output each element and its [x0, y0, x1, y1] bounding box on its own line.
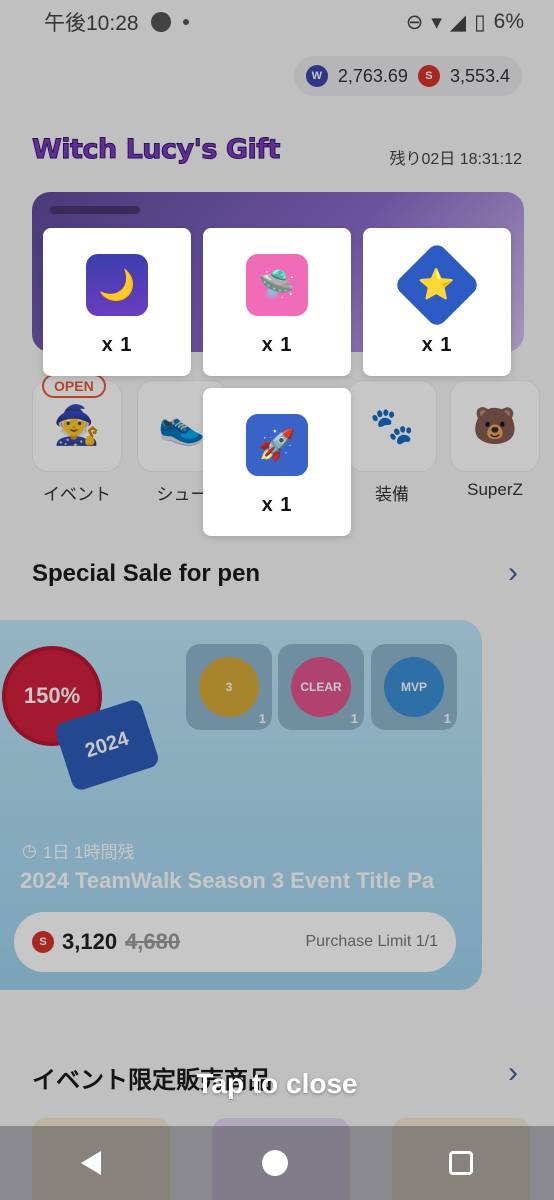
reward-count: x 1 [101, 334, 133, 356]
back-icon[interactable] [80, 1151, 101, 1175]
reward-count: x 1 [261, 494, 293, 516]
system-nav-bar [0, 1126, 554, 1200]
star-icon: ⭐ [393, 241, 481, 329]
modal-overlay[interactable] [0, 0, 554, 1200]
reward-item-star: ⭐ x 1 [363, 228, 511, 376]
reward-item-rocket: 🚀 x 1 [203, 388, 351, 536]
reward-item-ufo: 🛸 x 1 [203, 228, 351, 376]
recent-apps-icon[interactable] [449, 1151, 474, 1175]
ufo-icon: 🛸 [246, 254, 308, 316]
reward-item-moon-flag: 🌙 x 1 [43, 228, 191, 376]
rocket-icon: 🚀 [246, 414, 308, 476]
tap-to-close[interactable]: Tap to close [0, 1068, 554, 1100]
home-icon[interactable] [261, 1150, 288, 1176]
reward-count: x 1 [261, 334, 293, 356]
reward-count: x 1 [421, 334, 453, 356]
moon-flag-icon: 🌙 [86, 254, 148, 316]
